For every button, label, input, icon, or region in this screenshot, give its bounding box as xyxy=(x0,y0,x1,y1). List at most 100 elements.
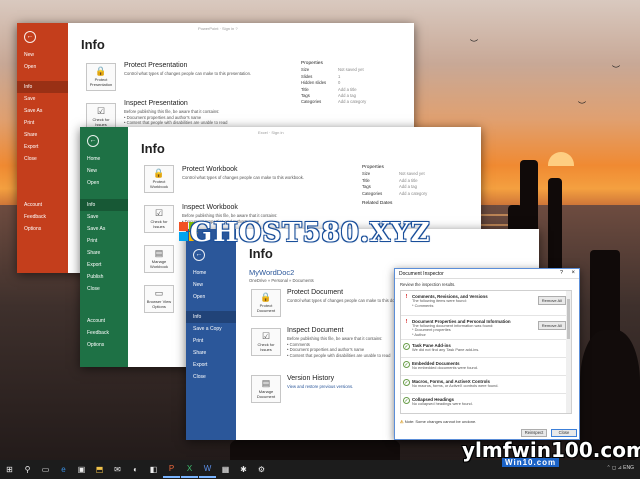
scrollbar-thumb[interactable] xyxy=(567,299,570,339)
excel-nav-save-as[interactable]: Save As xyxy=(80,223,128,235)
protect-document-button[interactable]: 🔒 Protect Document xyxy=(251,289,281,317)
powerpoint-taskbar-icon[interactable]: P xyxy=(163,461,180,478)
excel-nav-feedback[interactable]: Feedback xyxy=(80,327,128,339)
word-nav-info[interactable]: Info xyxy=(186,311,236,323)
app-icon[interactable]: ◧ xyxy=(145,461,162,478)
word-inspect-title: Inspect Document xyxy=(287,327,344,334)
excel-nav-export[interactable]: Export xyxy=(80,259,128,271)
excel-nav-save[interactable]: Save xyxy=(80,211,128,223)
settings-icon[interactable]: ⚙ xyxy=(253,461,270,478)
word-nav-share[interactable]: Share xyxy=(186,347,236,359)
ppt-sidebar: ← New Open Info Save Save As Print Share… xyxy=(17,23,68,273)
ppt-nav-save-as[interactable]: Save As xyxy=(17,105,68,117)
word-doc-path[interactable]: OneDrive » Personal » Documents xyxy=(249,278,314,284)
remove-all-comments-button[interactable]: Remove All xyxy=(537,296,566,305)
word-nav-open[interactable]: Open xyxy=(186,291,236,303)
word-nav-export[interactable]: Export xyxy=(186,359,236,371)
result-comments: ! Comments, Revisions, and Versions The … xyxy=(401,291,571,316)
wooden-post xyxy=(548,178,562,278)
protect-presentation-button[interactable]: 🔒 Protect Presentation xyxy=(86,63,116,91)
manage-document-button[interactable]: ▤ Manage Document xyxy=(251,375,281,403)
dialog-close-button[interactable]: Close xyxy=(551,429,577,437)
ppt-nav-print[interactable]: Print xyxy=(17,117,68,129)
back-arrow-icon[interactable]: ← xyxy=(87,135,99,147)
search-icon[interactable]: ⚲ xyxy=(19,461,36,478)
ppt-protect-desc: Control what types of changes people can… xyxy=(124,71,252,76)
reinspect-button[interactable]: Reinspect xyxy=(521,429,547,437)
browser-view-options-button[interactable]: ▭ Browser View Options xyxy=(144,285,174,313)
result-properties: ! Document Properties and Personal Infor… xyxy=(401,316,571,341)
excel-nav-publish[interactable]: Publish xyxy=(80,271,128,283)
dialog-title: Document Inspector xyxy=(399,271,444,277)
ppt-nav-account[interactable]: Account xyxy=(17,199,68,211)
result-macros: ✓ Macros, Forms, and ActiveX Controls No… xyxy=(401,376,571,395)
lock-icon: 🔒 xyxy=(260,292,272,302)
mail-icon[interactable]: ✉ xyxy=(109,461,126,478)
ppt-nav-open[interactable]: Open xyxy=(17,61,68,73)
start-icon[interactable]: ⊞ xyxy=(1,461,18,478)
photos-icon[interactable]: ◐ xyxy=(127,461,144,478)
ppt-title-bar: PowerPoint · Sign in ? xyxy=(198,26,238,31)
word-nav-print[interactable]: Print xyxy=(186,335,236,347)
calculator-icon[interactable]: ▦ xyxy=(217,461,234,478)
dialog-title-bar: Document Inspector ? × xyxy=(395,269,579,279)
checkmark-icon: ✓ xyxy=(403,343,410,351)
checklist-icon: ☑ xyxy=(261,331,271,341)
word-nav-close[interactable]: Close xyxy=(186,371,236,383)
ppt-nav-feedback[interactable]: Feedback xyxy=(17,211,68,223)
word-inspect-desc: Before publishing this file, be aware th… xyxy=(287,336,391,358)
manage-workbook-button[interactable]: ▤ Manage Workbook xyxy=(144,245,174,273)
ppt-nav-export[interactable]: Export xyxy=(17,141,68,153)
store-icon[interactable]: ▣ xyxy=(73,461,90,478)
ppt-nav-info[interactable]: Info xyxy=(17,81,68,93)
app-icon[interactable]: ✱ xyxy=(235,461,252,478)
protect-workbook-button[interactable]: 🔒 Protect Workbook xyxy=(144,165,174,193)
task-view-icon[interactable]: ▭ xyxy=(37,461,54,478)
excel-sidebar: ← Home New Open Info Save Save As Print … xyxy=(80,127,128,367)
word-version-link[interactable]: View and restore previous versions. xyxy=(287,384,353,390)
file-explorer-icon[interactable]: ⬒ xyxy=(91,461,108,478)
ppt-nav-new[interactable]: New xyxy=(17,49,68,61)
excel-nav-print[interactable]: Print xyxy=(80,235,128,247)
close-icon[interactable]: × xyxy=(571,270,575,276)
excel-protect-desc: Control what types of changes people can… xyxy=(182,175,304,180)
ppt-nav-close[interactable]: Close xyxy=(17,153,68,165)
excel-nav-options[interactable]: Options xyxy=(80,339,128,351)
result-task-pane: ✓ Task Pane Add-ins We did not find any … xyxy=(401,340,571,359)
results-scrollbar[interactable] xyxy=(566,291,571,413)
word-sidebar: ← Home New Open Info Save a Copy Print S… xyxy=(186,229,236,440)
lock-icon: 🔒 xyxy=(153,168,165,178)
excel-nav-close[interactable]: Close xyxy=(80,283,128,295)
excel-properties: Properties Size Not saved yet Title Add a … xyxy=(362,165,428,207)
excel-nav-share[interactable]: Share xyxy=(80,247,128,259)
excel-nav-info[interactable]: Info xyxy=(80,199,128,211)
back-arrow-icon[interactable]: ← xyxy=(24,31,36,43)
checkmark-icon: ✓ xyxy=(403,379,410,387)
help-icon[interactable]: ? xyxy=(560,270,563,276)
lock-icon: 🔒 xyxy=(95,66,107,76)
back-arrow-icon[interactable]: ← xyxy=(193,249,205,261)
excel-nav-home[interactable]: Home xyxy=(80,153,128,165)
word-nav-home[interactable]: Home xyxy=(186,267,236,279)
word-taskbar-icon[interactable]: W xyxy=(199,461,216,478)
excel-protect-title: Protect Workbook xyxy=(182,166,238,173)
excel-nav-open[interactable]: Open xyxy=(80,177,128,189)
excel-title-bar: Excel · Sign in xyxy=(258,130,284,135)
word-nav-new[interactable]: New xyxy=(186,279,236,291)
ppt-nav-save[interactable]: Save xyxy=(17,93,68,105)
excel-check-issues-button[interactable]: ☑ Check for Issues xyxy=(144,205,174,233)
ppt-nav-share[interactable]: Share xyxy=(17,129,68,141)
excel-nav-account[interactable]: Account xyxy=(80,315,128,327)
system-tray[interactable]: ⌃ ◻ ⊿ ENG xyxy=(606,465,634,471)
warning-icon: ! xyxy=(405,318,408,325)
edge-icon[interactable]: e xyxy=(55,461,72,478)
excel-taskbar-icon[interactable]: X xyxy=(181,461,198,478)
inspection-results-list: ! Comments, Revisions, and Versions The … xyxy=(400,290,572,414)
bird-icon: ︶ xyxy=(470,39,478,48)
word-nav-save-copy[interactable]: Save a Copy xyxy=(186,323,236,335)
remove-all-properties-button[interactable]: Remove All xyxy=(537,320,566,330)
word-check-issues-button[interactable]: ☑ Check for Issues xyxy=(251,328,281,356)
excel-nav-new[interactable]: New xyxy=(80,165,128,177)
warning-icon: ! xyxy=(405,294,408,300)
ppt-nav-options[interactable]: Options xyxy=(17,223,68,235)
